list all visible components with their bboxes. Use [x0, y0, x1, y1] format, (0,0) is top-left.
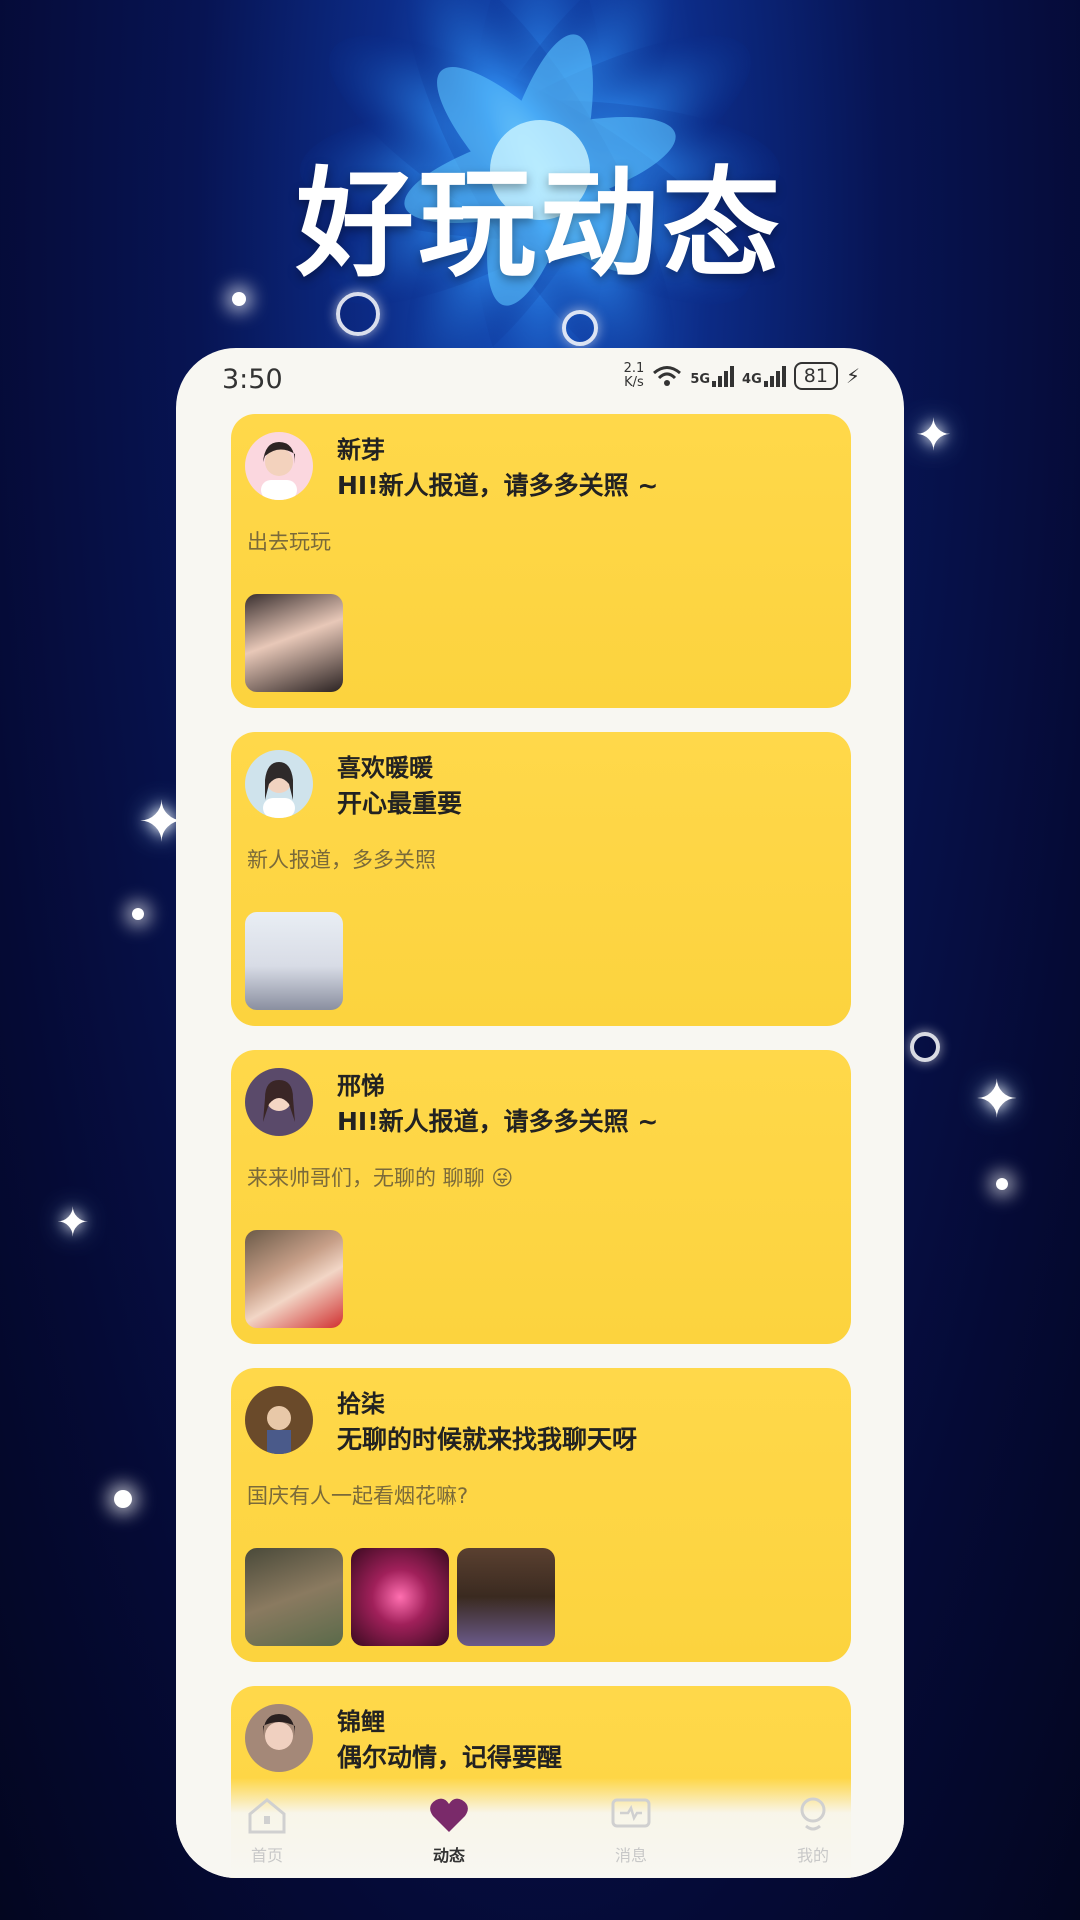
charging-icon: ⚡ — [845, 364, 860, 388]
status-bar: 3:50 2.1 K/s 5G 4G 81 ⚡ — [176, 348, 904, 414]
home-icon — [248, 1798, 286, 1834]
photo-grid — [245, 912, 343, 1010]
user-signature: 偶尔动情，记得要醒 — [337, 1743, 563, 1772]
post-photo[interactable] — [245, 1230, 343, 1328]
user-name: 喜欢暖暖 — [337, 754, 433, 782]
user-name: 锦鲤 — [337, 1708, 385, 1736]
avatar[interactable] — [245, 1704, 313, 1772]
sparkle-decoration — [114, 1490, 132, 1508]
bottom-tab-bar: 首页 动态 消息 我的 — [176, 1778, 904, 1878]
avatar[interactable] — [245, 1068, 313, 1136]
user-name: 拾柒 — [337, 1390, 385, 1418]
post-text: 出去玩玩 — [247, 530, 331, 554]
post-photo[interactable] — [245, 1548, 343, 1646]
post-photo[interactable] — [245, 594, 343, 692]
network-speed: 2.1 K/s — [623, 361, 645, 390]
post-text: 新人报道，多多关照 — [247, 848, 436, 872]
tab-profile[interactable]: 我的 — [753, 1796, 873, 1866]
message-icon — [611, 1798, 651, 1828]
profile-icon — [800, 1797, 826, 1831]
user-signature: HI!新人报道，请多多关照 ~ — [337, 471, 659, 500]
ring-decoration — [562, 310, 598, 346]
user-signature: 开心最重要 — [337, 789, 463, 818]
moment-card[interactable]: 新芽 HI!新人报道，请多多关照 ~ 出去玩玩 — [231, 414, 851, 708]
phone-screen: 3:50 2.1 K/s 5G 4G 81 ⚡ 新芽 HI!新人报道，请多多关照… — [176, 348, 904, 1878]
avatar[interactable] — [245, 1386, 313, 1454]
moments-feed[interactable]: 新芽 HI!新人报道，请多多关照 ~ 出去玩玩 喜欢暖暖 开心最重要 新人报道，… — [231, 414, 851, 1878]
user-signature: 无聊的时候就来找我聊天呀 — [337, 1425, 638, 1454]
user-signature: HI!新人报道，请多多关照 ~ — [337, 1107, 659, 1136]
moment-card[interactable]: 邢悌 HI!新人报道，请多多关照 ~ 来来帅哥们，无聊的 聊聊 😜 — [231, 1050, 851, 1344]
sparkle-decoration — [132, 908, 144, 920]
post-photo[interactable] — [457, 1548, 555, 1646]
ring-decoration — [910, 1032, 940, 1062]
post-text: 来来帅哥们，无聊的 聊聊 😜 — [247, 1166, 514, 1190]
photo-grid — [245, 1230, 343, 1328]
user-name: 新芽 — [337, 436, 385, 464]
user-name: 邢悌 — [337, 1072, 385, 1100]
tab-messages[interactable]: 消息 — [571, 1796, 691, 1866]
avatar[interactable] — [245, 432, 313, 500]
tab-moments[interactable]: 动态 — [389, 1796, 509, 1866]
star-decoration: ✦ — [975, 1070, 1019, 1130]
heart-icon — [430, 1798, 468, 1832]
moment-card[interactable]: 拾柒 无聊的时候就来找我聊天呀 国庆有人一起看烟花嘛? — [231, 1368, 851, 1662]
signal-sim2: 4G — [742, 365, 786, 387]
star-decoration: ✦ — [56, 1200, 90, 1246]
moment-card[interactable]: 喜欢暖暖 开心最重要 新人报道，多多关照 — [231, 732, 851, 1026]
page-headline: 好玩动态 — [295, 155, 784, 293]
photo-grid — [245, 594, 343, 692]
sparkle-decoration — [996, 1178, 1008, 1190]
signal-sim1: 5G — [690, 365, 735, 387]
signal-bars-icon — [712, 365, 735, 387]
post-photo[interactable] — [245, 912, 343, 1010]
photo-grid — [245, 1548, 555, 1646]
signal-bars-icon — [763, 365, 786, 387]
wifi-icon — [653, 366, 682, 386]
battery-icon: 81 — [793, 362, 838, 390]
tab-home[interactable]: 首页 — [207, 1796, 327, 1866]
status-icons: 2.1 K/s 5G 4G 81 ⚡ — [624, 362, 860, 390]
post-photo[interactable] — [351, 1548, 449, 1646]
status-time: 3:50 — [222, 364, 283, 395]
star-decoration: ✦ — [915, 410, 952, 461]
post-text: 国庆有人一起看烟花嘛? — [247, 1484, 469, 1508]
avatar[interactable] — [245, 750, 313, 818]
